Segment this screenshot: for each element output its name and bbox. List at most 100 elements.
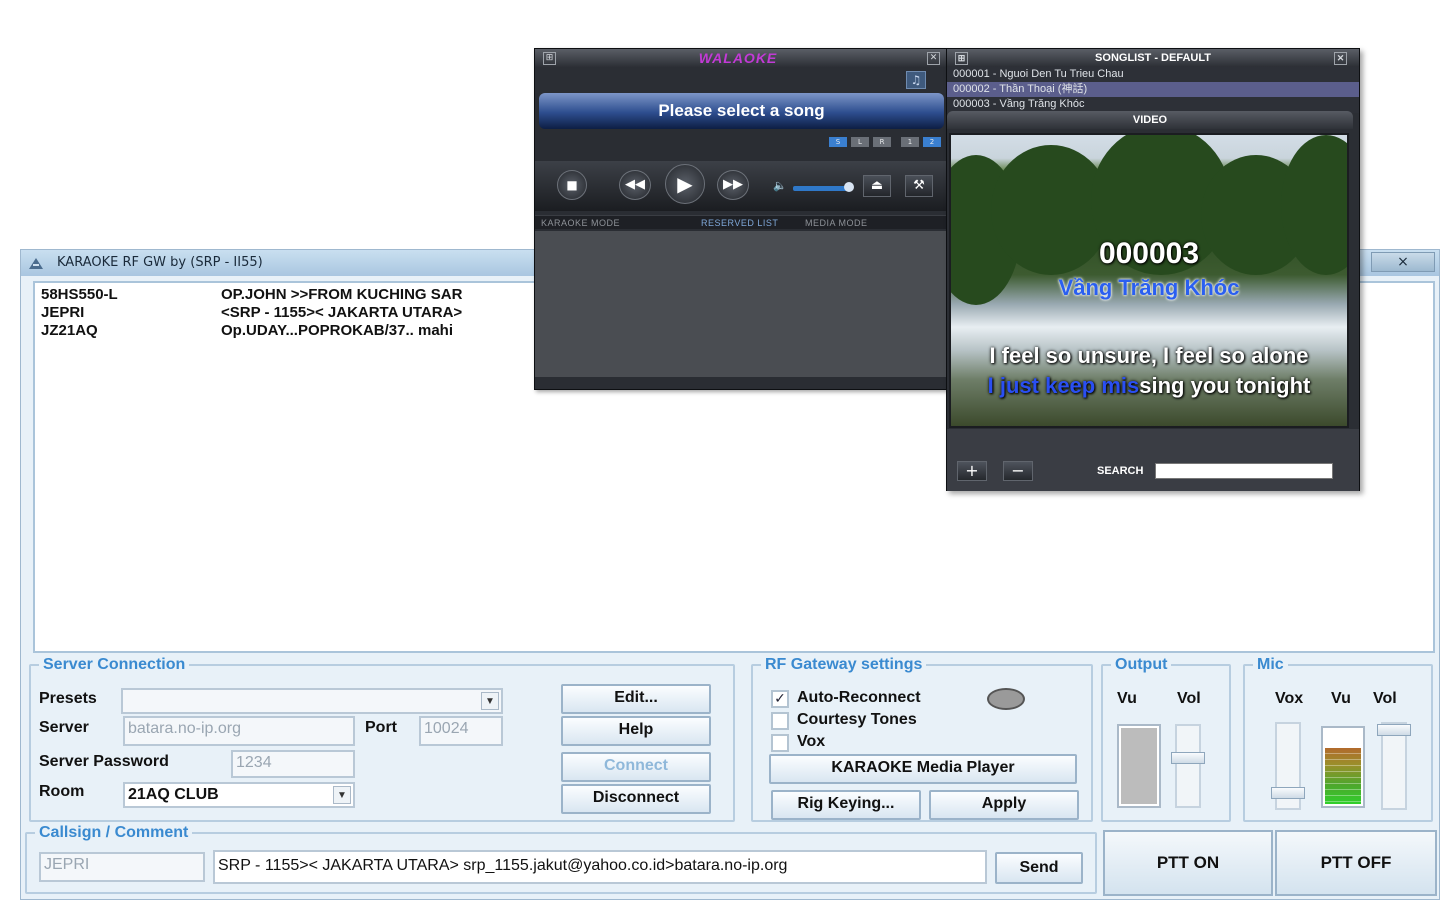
send-button[interactable]: Send (995, 852, 1083, 884)
status-led (987, 688, 1025, 710)
songlist-title: SONGLIST - DEFAULT (1095, 52, 1211, 64)
vox-checkbox[interactable] (771, 734, 789, 752)
log-message: Op.UDAY...POPROKAB/37.. mahi (221, 322, 454, 339)
edit-button[interactable]: Edit... (561, 684, 711, 714)
log-message: OP.JOHN >>FROM KUCHING SAR (221, 286, 463, 303)
channel-button-l[interactable]: L (851, 137, 869, 147)
karaoke-video[interactable]: 000003 Vầng Trăng Khóc I feel so unsure,… (949, 133, 1349, 428)
song-list-item[interactable]: 000001 - Nguoi Den Tu Trieu Chau (947, 67, 1359, 82)
remove-song-button[interactable]: − (1003, 461, 1033, 481)
channel-button-r[interactable]: R (873, 137, 891, 147)
rig-keying-button[interactable]: Rig Keying... (771, 790, 921, 820)
reserved-list-panel[interactable] (535, 231, 946, 377)
search-input[interactable] (1155, 463, 1333, 479)
mic-vol-slider-thumb[interactable] (1377, 724, 1411, 736)
karaoke-media-player-button[interactable]: KARAOKE Media Player (769, 754, 1077, 784)
player-tabs: KARAOKE MODE RESERVED LIST MEDIA MODE (535, 215, 946, 229)
rf-gateway-title: RF Gateway settings (761, 656, 927, 674)
song-list[interactable]: 000001 - Nguoi Den Tu Trieu Chau 000002 … (947, 67, 1359, 113)
presets-label: Presets (39, 690, 97, 707)
player-toolbar: ♫ (535, 67, 946, 93)
songlist-footer: + − SEARCH (947, 429, 1359, 491)
log-callsign: JZ21AQ (41, 322, 98, 339)
song-list-item[interactable]: 000003 - Vầng Trăng Khóc (947, 97, 1359, 112)
auto-reconnect-checkbox[interactable]: ✓ (771, 690, 789, 708)
rewind-icon[interactable]: ◀◀ (619, 170, 651, 200)
lyric-line-1: I feel so unsure, I feel so alone (989, 343, 1309, 368)
songlist-menu-icon[interactable]: ⊞ (955, 52, 968, 65)
close-icon[interactable]: × (1371, 252, 1435, 272)
presets-dropdown[interactable]: ▼ (121, 688, 503, 714)
server-field[interactable]: batara.no-ip.org (123, 716, 355, 746)
player-title-bar[interactable]: ⊞ WALAOKE ✕ (535, 49, 946, 67)
fast-forward-icon[interactable]: ▶▶ (717, 170, 749, 200)
log-callsign: JEPRI (41, 304, 85, 321)
courtesy-tones-label: Courtesy Tones (797, 711, 917, 728)
mic-vol-label: Vol (1373, 690, 1397, 707)
output-vol-label: Vol (1177, 690, 1201, 707)
karaoke-player-window: ⊞ WALAOKE ✕ ♫ Please select a song S L R… (534, 48, 947, 390)
port-field[interactable]: 10024 (419, 716, 503, 746)
server-label: Server (39, 719, 89, 736)
player-close-icon[interactable]: ✕ (927, 52, 940, 65)
output-vol-slider-thumb[interactable] (1171, 752, 1205, 764)
vox-label: Vox (797, 733, 826, 750)
rf-gateway-group: RF Gateway settings ✓ Auto-Reconnect Cou… (751, 656, 1093, 822)
mic-vox-label: Vox (1275, 690, 1304, 707)
channel-button-2[interactable]: 2 (923, 137, 941, 147)
tab-karaoke-mode[interactable]: KARAOKE MODE (541, 216, 620, 230)
play-icon[interactable]: ▶ (665, 164, 705, 204)
stop-icon[interactable]: ■ (557, 170, 587, 200)
ptt-off-button[interactable]: PTT OFF (1275, 830, 1437, 896)
courtesy-tones-checkbox[interactable] (771, 712, 789, 730)
eject-icon[interactable]: ⏏ (863, 175, 891, 197)
wrench-icon[interactable]: ⚒ (905, 175, 933, 197)
callsign-comment-title: Callsign / Comment (35, 824, 193, 842)
add-song-button[interactable]: + (957, 461, 987, 481)
tab-reserved-list[interactable]: RESERVED LIST (701, 216, 778, 230)
video-song-title: Vầng Trăng Khóc (1058, 275, 1240, 300)
server-connection-title: Server Connection (39, 656, 190, 674)
video-song-number: 000003 (1098, 237, 1200, 270)
mic-title: Mic (1253, 656, 1288, 674)
output-vol-slider[interactable] (1171, 724, 1205, 808)
channel-button-s[interactable]: S (829, 137, 847, 147)
songlist-window: ⊞ SONGLIST - DEFAULT ✕ 000001 - Nguoi De… (946, 48, 1360, 491)
player-menu-icon[interactable]: ⊞ (543, 52, 556, 65)
room-value: 21AQ CLUB (128, 786, 219, 803)
player-volume-knob[interactable] (844, 182, 854, 192)
lyric-line-2-rest: sing you tonight (1139, 373, 1311, 398)
room-dropdown[interactable]: 21AQ CLUB ▼ (123, 782, 355, 808)
connect-button[interactable]: Connect (561, 752, 711, 782)
log-callsign: 58HS550-L (41, 286, 118, 303)
mic-vox-slider-thumb[interactable] (1271, 787, 1305, 799)
songlist-title-bar[interactable]: ⊞ SONGLIST - DEFAULT ✕ (947, 49, 1359, 67)
songlist-close-icon[interactable]: ✕ (1334, 52, 1347, 65)
callsign-comment-group: Callsign / Comment JEPRI SRP - 1155>< JA… (25, 824, 1097, 894)
callsign-field[interactable]: JEPRI (39, 852, 205, 882)
output-group: Output Vu Vol (1101, 656, 1231, 822)
player-volume-slider[interactable] (793, 186, 849, 191)
mic-vu-label: Vu (1331, 690, 1351, 707)
help-button[interactable]: Help (561, 716, 711, 746)
chevron-down-icon[interactable]: ▼ (333, 786, 351, 804)
mic-group: Mic Vox Vu Vol (1243, 656, 1433, 822)
mic-vol-slider[interactable] (1377, 722, 1411, 810)
server-connection-group: Server Connection Presets ▼ Server batar… (29, 656, 735, 822)
apply-button[interactable]: Apply (929, 790, 1079, 820)
song-list-item[interactable]: 000002 - Thần Thoại (神話) (947, 82, 1359, 97)
search-label: SEARCH (1097, 465, 1144, 477)
server-password-field[interactable]: 1234 (231, 750, 355, 778)
tab-media-mode[interactable]: MEDIA MODE (805, 216, 868, 230)
comment-field[interactable]: SRP - 1155>< JAKARTA UTARA> srp_1155.jak… (213, 850, 987, 884)
port-label: Port (365, 719, 397, 736)
channel-button-1[interactable]: 1 (901, 137, 919, 147)
log-message: <SRP - 1155>< JAKARTA UTARA> (221, 304, 463, 321)
chevron-down-icon[interactable]: ▼ (481, 692, 499, 710)
disconnect-button[interactable]: Disconnect (561, 784, 711, 814)
ptt-on-button[interactable]: PTT ON (1103, 830, 1273, 896)
music-note-icon[interactable]: ♫ (906, 71, 926, 89)
mic-vox-slider[interactable] (1271, 722, 1305, 810)
auto-reconnect-label: Auto-Reconnect (797, 689, 921, 706)
video-header: VIDEO (947, 111, 1353, 129)
